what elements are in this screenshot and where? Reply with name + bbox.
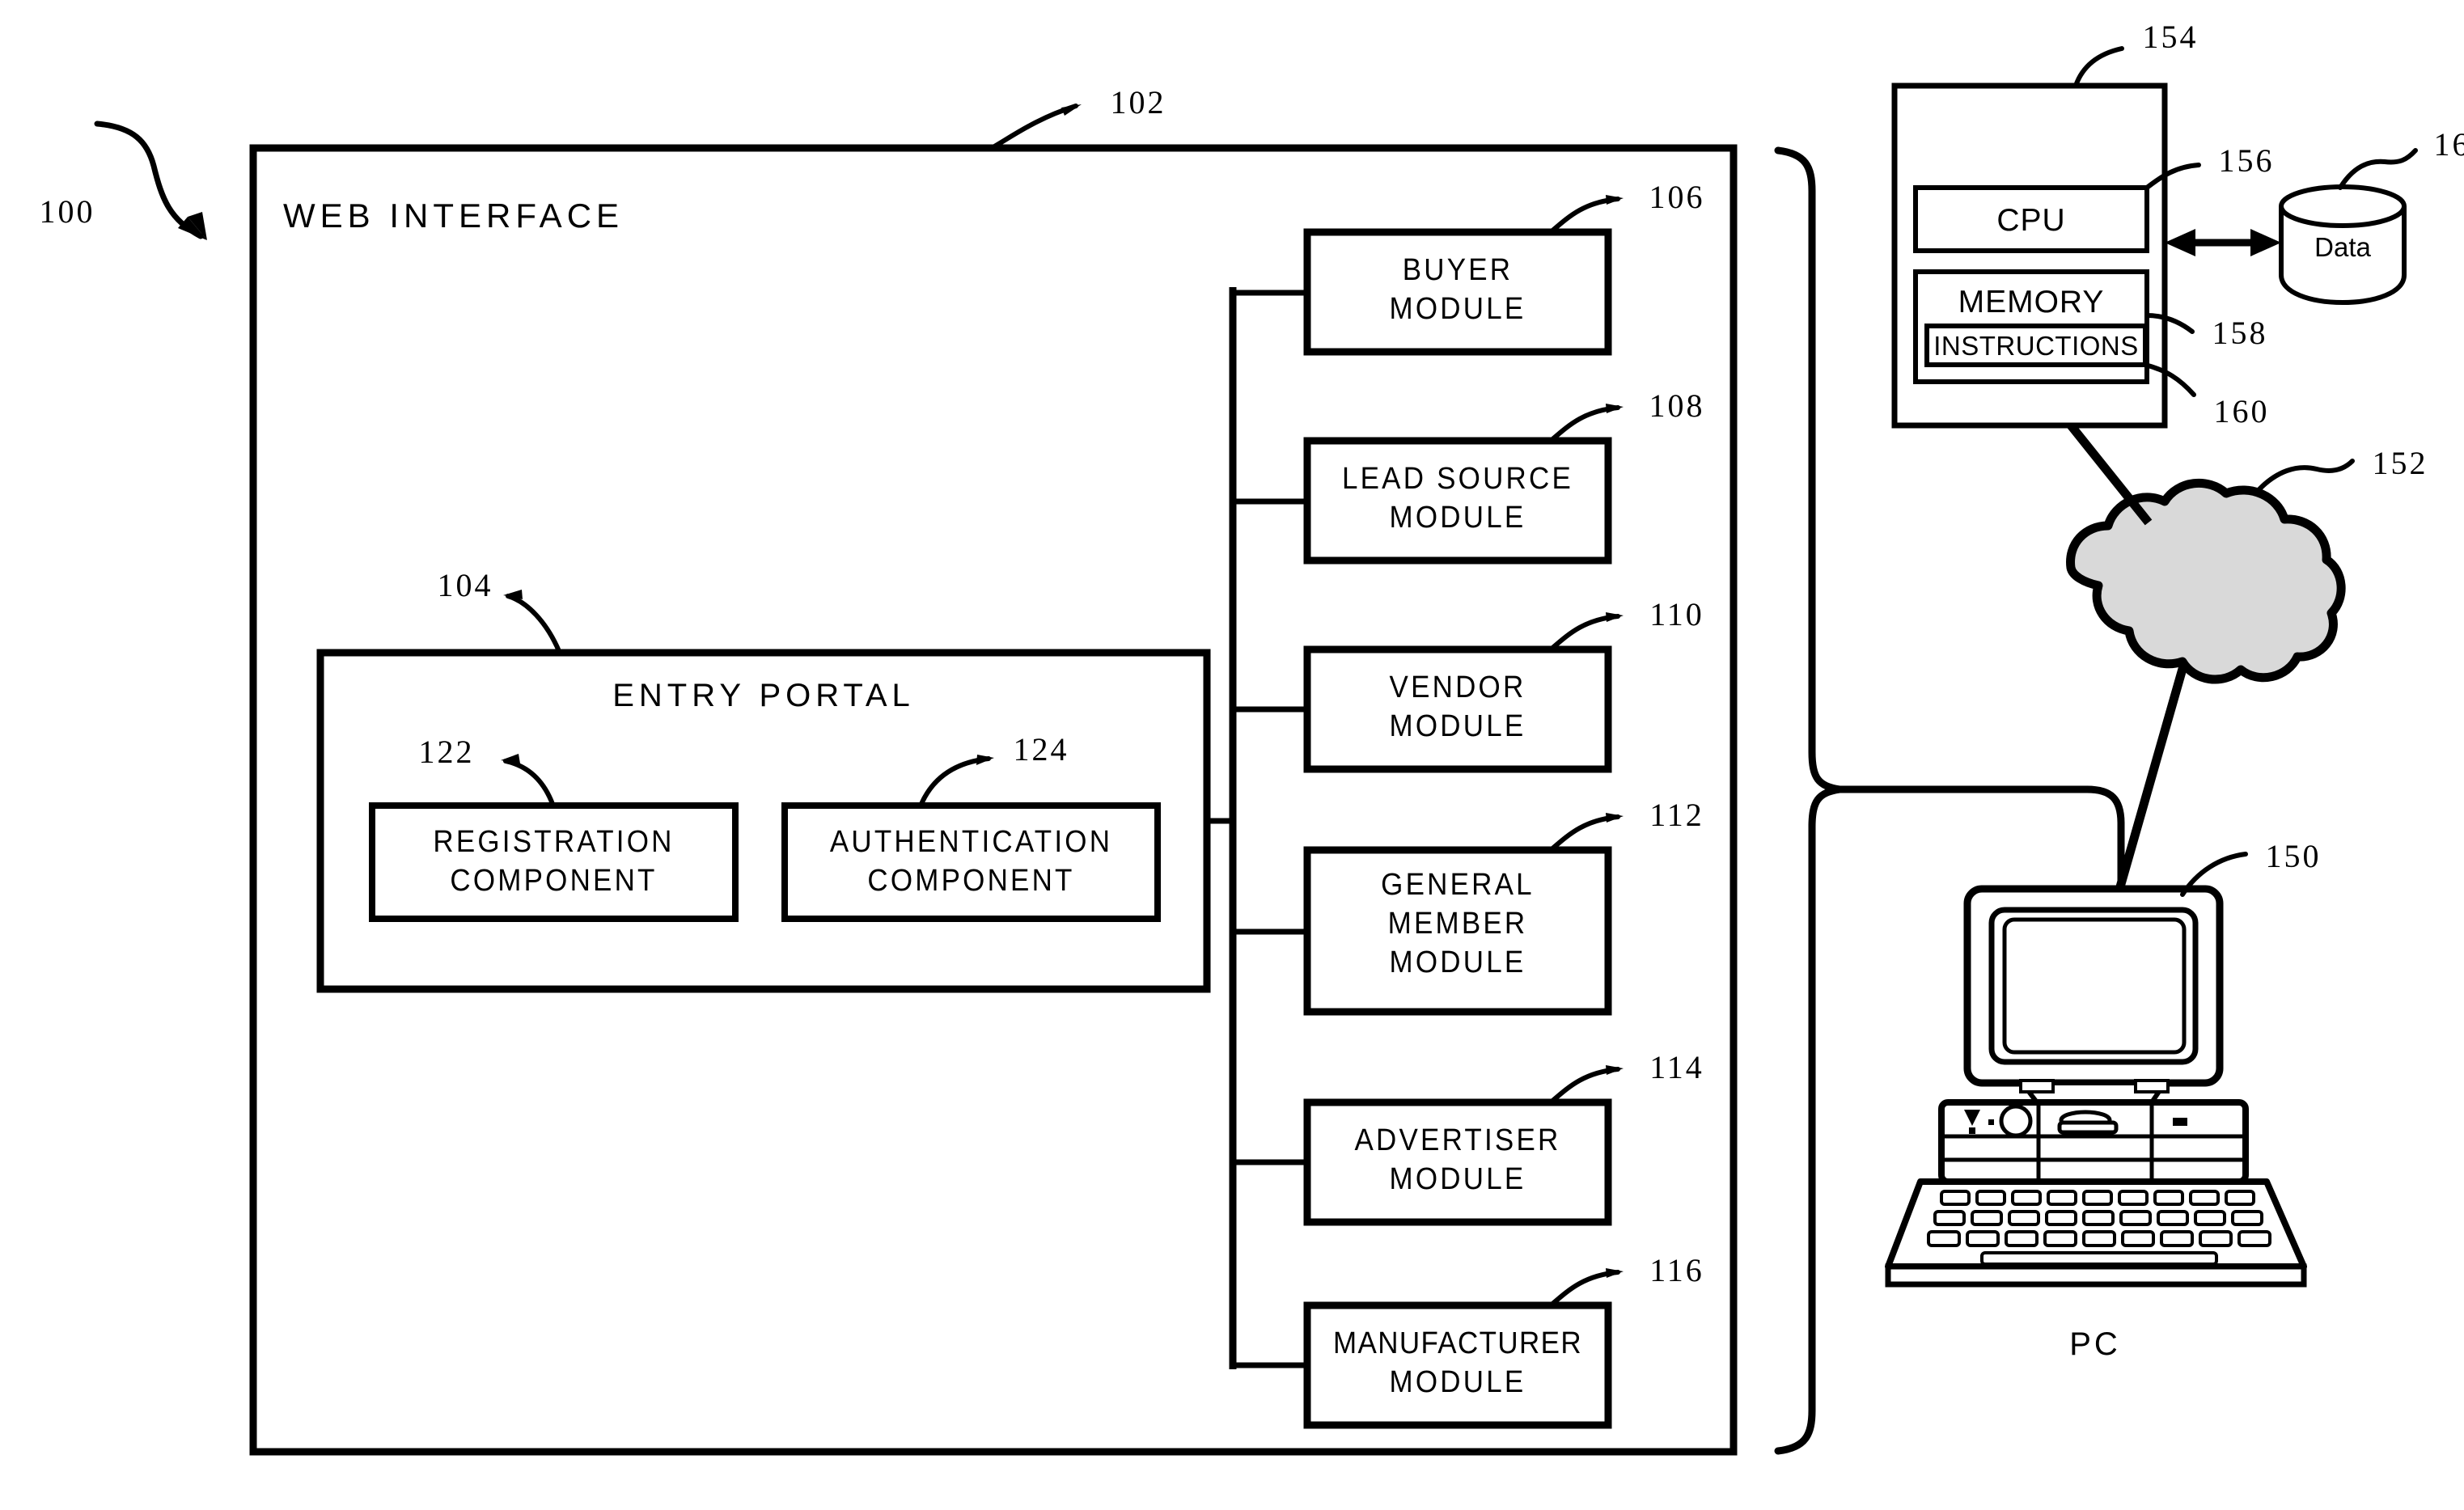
ref-number-154: 154 — [2142, 19, 2199, 55]
advertiser-module-label-line2: MODULE — [1389, 1162, 1526, 1196]
manufacturer-module-label-line1: MANUFACTURER — [1333, 1326, 1582, 1360]
ref-number-104: 104 — [437, 567, 493, 603]
vendor-module-label-line1: VENDOR — [1389, 670, 1526, 704]
ref-number-108: 108 — [1649, 387, 1705, 424]
general-member-module-label-line3: MODULE — [1389, 945, 1526, 979]
ref-leader-106 — [1548, 195, 1624, 235]
ref-leader-108 — [1548, 404, 1624, 443]
ref-leader-114 — [1548, 1065, 1624, 1105]
ref-leader-160 — [2143, 362, 2196, 397]
network-cloud — [2066, 478, 2346, 684]
registration-component-label-line2: COMPONENT — [450, 864, 658, 898]
ref-number-106: 106 — [1649, 179, 1705, 215]
ref-leader-158 — [2144, 313, 2195, 334]
general-member-module-label-line1: GENERAL — [1381, 868, 1535, 902]
ref-leader-122 — [501, 754, 555, 806]
ref-number-124: 124 — [1013, 731, 1069, 768]
ref-number-116: 116 — [1649, 1252, 1704, 1288]
general-member-module-label-line2: MEMBER — [1387, 907, 1528, 941]
registration-component-label-line1: REGISTRATION — [433, 825, 675, 859]
buyer-module-label-line2: MODULE — [1389, 292, 1526, 326]
web-interface-title: WEB INTERFACE — [283, 197, 624, 235]
ref-leader-124 — [919, 755, 994, 806]
server-box — [1891, 82, 2168, 429]
memory-label: MEMORY — [1958, 285, 2105, 319]
advertiser-module-label-line1: ADVERTISER — [1354, 1123, 1561, 1157]
ref-leader-102 — [989, 104, 1082, 150]
lead-source-module-label-line1: LEAD SOURCE — [1341, 462, 1574, 496]
patent-figure: 100 102 WEB INTERFACE 104 ENTRY PORTAL 1… — [0, 0, 2464, 1510]
authentication-component-box — [781, 802, 1161, 922]
registration-component-box — [369, 802, 739, 922]
ref-leader-112 — [1548, 813, 1624, 852]
entry-portal-title: ENTRY PORTAL — [612, 678, 915, 713]
ref-number-122: 122 — [418, 734, 475, 770]
ref-number-160: 160 — [2213, 393, 2270, 429]
ref-number-152: 152 — [2372, 445, 2428, 481]
ref-leader-152 — [2254, 459, 2355, 494]
authentication-component-label-line1: AUTHENTICATION — [829, 825, 1113, 859]
ref-number-162: 162 — [2433, 126, 2464, 163]
ref-leader-116 — [1548, 1268, 1624, 1308]
ref-leader-110 — [1548, 612, 1624, 652]
vendor-module-label-line2: MODULE — [1389, 709, 1526, 743]
module-bus — [1207, 287, 1307, 1369]
ref-leader-104 — [503, 590, 561, 653]
instructions-label: INSTRUCTIONS — [1933, 331, 2139, 361]
ref-leader-100 — [94, 121, 207, 240]
ref-leader-154 — [2073, 46, 2124, 88]
pc-label: PC — [2069, 1326, 2121, 1362]
ref-leader-162 — [2338, 148, 2418, 190]
ref-number-156: 156 — [2218, 142, 2275, 179]
database-label: Data — [2314, 232, 2371, 262]
authentication-component-label-line2: COMPONENT — [867, 864, 1075, 898]
server-cloud-link — [2067, 422, 2153, 526]
ref-number-112: 112 — [1649, 797, 1704, 833]
ref-leader-156 — [2144, 163, 2201, 190]
server-database-arrow — [2165, 229, 2281, 256]
ref-number-110: 110 — [1649, 596, 1704, 632]
lead-source-module-label-line2: MODULE — [1389, 501, 1526, 535]
ref-number-150: 150 — [2265, 838, 2322, 874]
pc-illustration — [1885, 885, 2307, 1288]
cpu-label: CPU — [1996, 203, 2066, 238]
ref-number-114: 114 — [1649, 1049, 1704, 1085]
buyer-module-label-line1: BUYER — [1402, 253, 1514, 287]
cloud-pc-link — [2115, 662, 2189, 891]
web-interface-box — [249, 144, 1738, 1456]
ref-number-100: 100 — [39, 193, 95, 230]
ref-number-102: 102 — [1110, 84, 1166, 121]
manufacturer-module-label-line2: MODULE — [1389, 1365, 1526, 1399]
ref-number-158: 158 — [2212, 315, 2268, 351]
